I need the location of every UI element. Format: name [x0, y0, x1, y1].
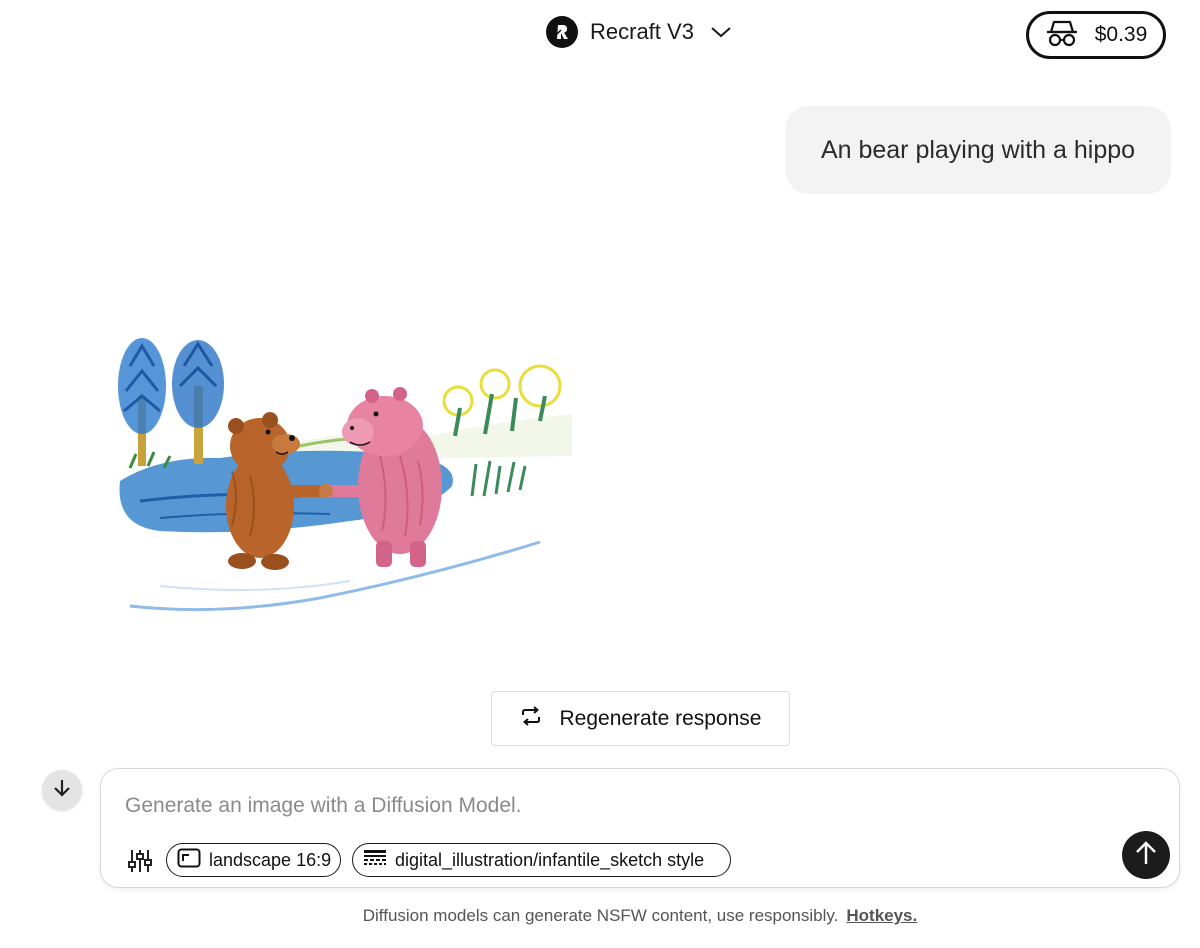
style-icon	[363, 848, 387, 873]
recraft-logo-icon	[546, 16, 578, 48]
scroll-to-bottom-button[interactable]	[42, 770, 82, 810]
disclaimer-text: Diffusion models can generate NSFW conte…	[362, 906, 839, 925]
credit-amount: $0.39	[1094, 23, 1148, 46]
style-chip[interactable]: digital_illustration/infantile_sketch st…	[352, 843, 731, 877]
arrow-down-icon	[53, 778, 71, 803]
prompt-composer: landscape 16:9 digital_illustration/infa…	[100, 768, 1180, 888]
incognito-icon	[1045, 18, 1079, 53]
credit-balance-button[interactable]: $0.39	[1026, 11, 1166, 59]
generated-image[interactable]	[100, 286, 572, 640]
sliders-icon[interactable]	[127, 848, 153, 874]
aspect-ratio-icon	[177, 848, 201, 873]
regenerate-response-button[interactable]: Regenerate response	[491, 691, 790, 746]
model-switcher[interactable]: Recraft V3	[546, 14, 732, 50]
footer-disclaimer: Diffusion models can generate NSFW conte…	[0, 906, 1200, 926]
prompt-input[interactable]	[123, 787, 1107, 825]
model-name: Recraft V3	[590, 19, 694, 44]
hotkeys-link[interactable]: Hotkeys.	[846, 906, 917, 925]
user-message-bubble: An bear playing with a hippo	[785, 106, 1171, 194]
repeat-icon	[520, 705, 542, 732]
aspect-ratio-label: landscape 16:9	[209, 849, 332, 870]
chevron-down-icon	[710, 25, 732, 39]
aspect-ratio-chip[interactable]: landscape 16:9	[166, 843, 341, 877]
arrow-up-icon	[1135, 840, 1157, 871]
regenerate-label: Regenerate response	[559, 706, 762, 730]
send-button[interactable]	[1122, 831, 1170, 879]
style-label: digital_illustration/infantile_sketch st…	[395, 849, 705, 870]
user-message-text: An bear playing with a hippo	[820, 135, 1136, 164]
